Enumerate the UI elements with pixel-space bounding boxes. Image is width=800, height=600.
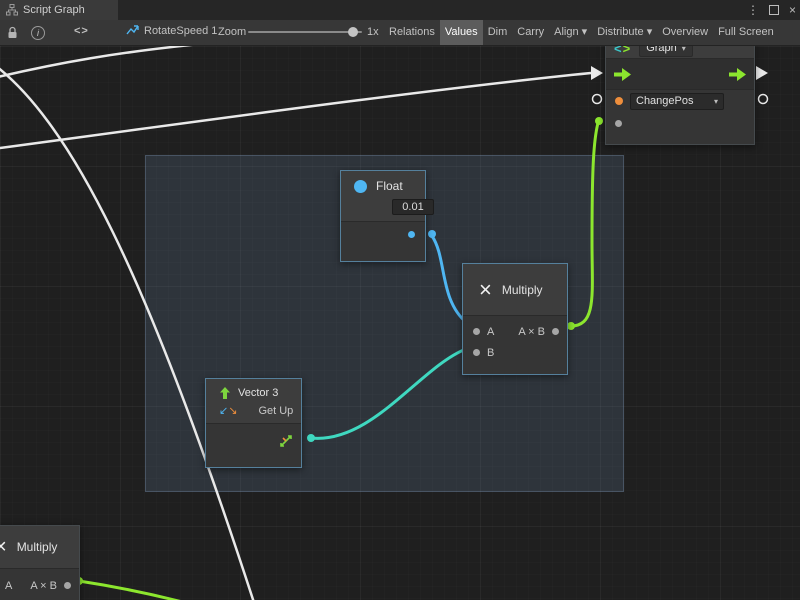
close-icon[interactable]: ×	[789, 3, 796, 17]
toolbar-button-values[interactable]: Values	[440, 20, 483, 45]
toolbar-buttons: Relations Values Dim Carry Align ▾ Distr…	[384, 20, 800, 45]
port-a-label: A	[5, 580, 12, 592]
graph-asset-icon	[126, 25, 139, 37]
node-title: Vector 3	[238, 387, 278, 399]
flow-port-arrow-right[interactable]	[756, 66, 768, 80]
chevron-down-icon: ▾	[682, 46, 686, 56]
node-multiply[interactable]: × Multiply A A × B B	[462, 263, 568, 375]
wire-flow-diagonal[interactable]	[0, 58, 258, 600]
port-output-label: A × B	[30, 580, 57, 592]
float-type-icon	[354, 180, 367, 193]
unconnected-port-left[interactable]	[593, 95, 602, 104]
script-graph-icon	[6, 4, 18, 16]
unconnected-port-right[interactable]	[759, 95, 768, 104]
port-a-input[interactable]	[473, 328, 480, 335]
info-icon[interactable]: i	[31, 26, 45, 40]
wire-endpoint-event-in[interactable]	[595, 117, 603, 125]
chevron-down-icon: ▾	[714, 97, 718, 106]
wire-flow-top[interactable]	[0, 46, 200, 80]
vector3-output-port[interactable]	[279, 434, 293, 448]
port-b-label: B	[487, 347, 494, 359]
toolbar-button-relations[interactable]: Relations	[384, 20, 440, 45]
toolbar-button-distribute[interactable]: Distribute ▾	[592, 20, 657, 45]
titlebar: Script Graph ⋮ ×	[0, 0, 800, 20]
code-icon[interactable]: <>	[74, 25, 89, 37]
zoom-slider-handle[interactable]	[348, 27, 358, 37]
zoom-slider-track[interactable]	[248, 31, 362, 33]
lock-icon[interactable]	[7, 26, 18, 39]
get-icon: ↙ ↘	[219, 406, 237, 417]
graph-brackets-icon: <>	[614, 46, 631, 56]
node-multiply-partial[interactable]: × Multiply A A × B	[0, 525, 80, 600]
window-title: Script Graph	[23, 4, 85, 16]
flow-output-arrow-icon[interactable]	[729, 68, 746, 81]
flow-port-arrow-left[interactable]	[591, 66, 603, 80]
zoom-value: 1x	[367, 26, 379, 38]
float-value-field[interactable]: 0.01	[392, 199, 434, 215]
wire-endpoint-multiply-out[interactable]	[567, 322, 575, 330]
node-subtitle: Get Up	[258, 405, 293, 417]
graph-dropdown[interactable]: Graph ▾	[639, 46, 693, 57]
toolbar-button-overview[interactable]: Overview	[657, 20, 713, 45]
tab-script-graph[interactable]: Script Graph	[0, 0, 118, 20]
toolbar: i <> RotateSpeed 1 Zoom 1x Relations Val…	[0, 20, 800, 46]
wire-endpoint-float[interactable]	[428, 230, 436, 238]
node-graph-event[interactable]: <> Graph ▾ ChangePos ▾	[605, 46, 755, 145]
node-vector3-get-up[interactable]: Vector 3 ↙ ↘ Get Up	[205, 378, 302, 468]
variable-port[interactable]	[615, 97, 623, 105]
wire-endpoint-getup[interactable]	[307, 434, 315, 442]
port-output-label: A × B	[518, 326, 545, 338]
changepos-dropdown[interactable]: ChangePos ▾	[630, 93, 724, 110]
wire-flow-left[interactable]	[0, 73, 591, 150]
flow-input-arrow-icon[interactable]	[614, 68, 631, 81]
toolbar-button-carry[interactable]: Carry	[512, 20, 549, 45]
multiply-icon: ×	[0, 537, 7, 557]
graph-canvas[interactable]: Float 0.01 × Multiply A A × B	[0, 46, 800, 600]
node-title: Float	[376, 179, 403, 193]
vector3-up-icon	[219, 387, 231, 399]
script-graph-window: Script Graph ⋮ × i <> RotateSpeed 1 Zoom	[0, 0, 800, 600]
wire-bottom-multiply-out[interactable]	[79, 581, 222, 600]
maximize-icon[interactable]	[769, 5, 779, 15]
value-input-port[interactable]	[615, 120, 622, 127]
toolbar-button-fullscreen[interactable]: Full Screen	[713, 20, 779, 45]
port-b-input[interactable]	[473, 349, 480, 356]
float-output-port[interactable]	[408, 231, 415, 238]
wire-getup-to-multiply-b[interactable]	[311, 349, 466, 438]
toolbar-button-align[interactable]: Align ▾	[549, 20, 592, 45]
menu-icon[interactable]: ⋮	[747, 3, 759, 17]
graph-name-breadcrumb[interactable]: RotateSpeed 1	[126, 25, 217, 37]
node-float[interactable]: Float 0.01	[340, 170, 426, 262]
zoom-label: Zoom	[218, 26, 246, 38]
node-title: Multiply	[502, 283, 543, 297]
port-a-label: A	[487, 326, 494, 338]
multiply-icon: ×	[479, 279, 492, 301]
port-ab-output[interactable]	[552, 328, 559, 335]
graph-name: RotateSpeed 1	[144, 25, 217, 37]
wire-multiply-to-event[interactable]	[571, 123, 598, 326]
zoom-slider[interactable]	[248, 31, 362, 34]
port-ab-output[interactable]	[64, 582, 71, 589]
toolbar-button-dim[interactable]: Dim	[483, 20, 513, 45]
node-title: Multiply	[17, 540, 58, 554]
